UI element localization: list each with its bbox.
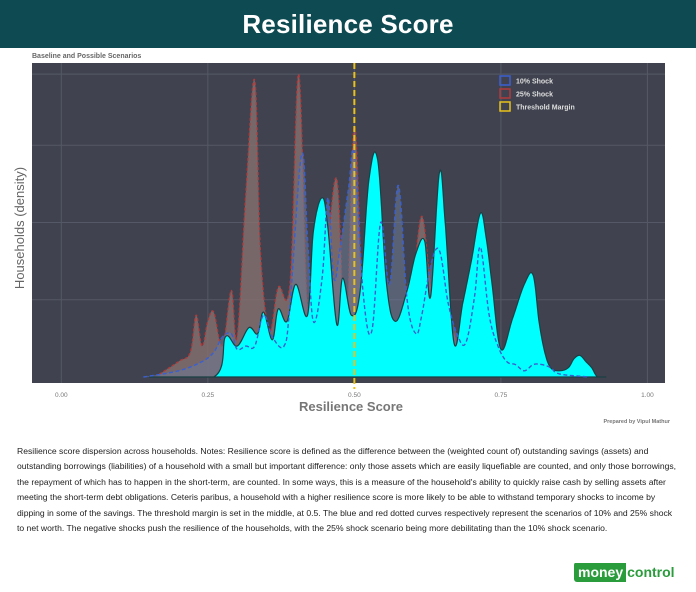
x-tick-label: 0.75 [495,392,508,399]
page-header: Resilience Score [0,0,696,48]
x-tick-label: 0.00 [55,392,68,399]
x-tick-label: 0.50 [348,392,361,399]
chart-caption: Resilience score dispersion across house… [17,446,677,534]
x-tick-label: 1.00 [641,392,654,399]
logo-text-money: money [574,562,627,582]
x-axis-label: Resilience Score [299,399,403,414]
x-tick-label: 0.25 [202,392,215,399]
legend-label: 25% Shock [516,92,553,99]
logo-text-control: control [626,562,679,582]
chart-subtitle: Baseline and Possible Scenarios [32,53,141,60]
resilience-chart: Baseline and Possible Scenarios 0.00 0.25 0… [12,53,671,425]
page-title: Resilience Score [242,8,454,39]
moneycontrol-logo: money control [574,562,679,582]
y-axis-label: Households (density) [12,167,27,289]
chart-credit: Prepared by Vipul Mathur [603,419,670,425]
chart-area: Baseline and Possible Scenarios 0.00 0.25 0… [0,48,696,430]
legend-label: Threshold Margin [516,105,575,112]
legend-label: 10% Shock [516,79,553,86]
